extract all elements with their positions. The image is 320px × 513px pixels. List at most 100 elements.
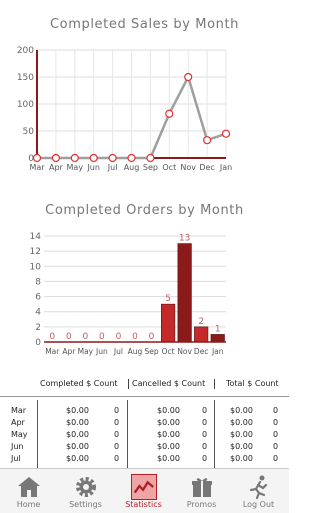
x-tick-label: Jan bbox=[219, 163, 232, 172]
x-tick-label: Mar bbox=[45, 347, 60, 356]
bar-value-label: 0 bbox=[66, 332, 72, 342]
bar-value-label: 0 bbox=[132, 332, 138, 342]
header-total: Total $ Count bbox=[226, 379, 279, 388]
bar-value-label: 13 bbox=[179, 234, 190, 244]
table-row: Apr $0.00 0 $0.00 0 $0.00 0 bbox=[0, 418, 289, 430]
table-divider bbox=[0, 396, 289, 397]
total-amount-cell: $0.00 bbox=[230, 442, 253, 451]
bar-value-label: 0 bbox=[149, 332, 155, 342]
cancelled-count-cell: 0 bbox=[202, 430, 208, 439]
total-count-cell: 0 bbox=[273, 418, 279, 427]
sales-chart-title: Completed Sales by Month bbox=[50, 17, 239, 32]
y-tick-label: 10 bbox=[30, 262, 42, 272]
y-tick-label: 8 bbox=[35, 277, 41, 287]
bar bbox=[177, 243, 192, 343]
tab-home-label: Home bbox=[16, 500, 41, 509]
data-point bbox=[127, 153, 136, 163]
bar-value-label: 0 bbox=[82, 332, 88, 342]
y-tick-label: 6 bbox=[35, 293, 41, 303]
data-point bbox=[89, 153, 98, 163]
y-tick-label: 0 bbox=[35, 338, 41, 348]
data-point bbox=[51, 153, 61, 163]
cancelled-amount-cell: $0.00 bbox=[157, 442, 180, 451]
bar bbox=[161, 303, 176, 343]
completed-count-cell: 0 bbox=[114, 406, 120, 415]
x-tick-label: Nov bbox=[180, 163, 196, 172]
total-count-cell: 0 bbox=[273, 430, 279, 439]
data-point bbox=[184, 72, 193, 82]
bar-value-label: 0 bbox=[49, 332, 55, 342]
tab-statistics[interactable]: Statistics bbox=[115, 469, 172, 513]
completed-count-cell: 0 bbox=[114, 430, 120, 439]
x-tick-label: May bbox=[67, 163, 84, 172]
cancelled-amount-cell: $0.00 bbox=[157, 406, 180, 415]
cancelled-count-cell: 0 bbox=[202, 406, 208, 415]
x-tick-label: Dec bbox=[199, 163, 214, 172]
gift-icon bbox=[192, 478, 212, 497]
x-tick-label: Aug bbox=[128, 347, 143, 356]
tab-settings[interactable]: Settings bbox=[57, 469, 114, 513]
house-icon bbox=[18, 477, 40, 497]
x-tick-label: Jul bbox=[113, 347, 123, 356]
x-tick-label: Oct bbox=[162, 163, 176, 172]
month-cell: Jun bbox=[11, 442, 24, 451]
completed-amount-cell: $0.00 bbox=[66, 442, 89, 451]
total-amount-cell: $0.00 bbox=[230, 406, 253, 415]
completed-amount-cell: $0.00 bbox=[66, 454, 89, 463]
tab-promos[interactable]: Promos bbox=[173, 469, 230, 513]
x-tick-label: Jun bbox=[95, 347, 108, 356]
y-tick-label: 50 bbox=[23, 127, 35, 137]
total-count-cell: 0 bbox=[273, 454, 279, 463]
tab-log-out[interactable]: Log Out bbox=[230, 469, 287, 513]
table-row: Mar $0.00 0 $0.00 0 $0.00 0 bbox=[0, 406, 289, 418]
running-man-icon bbox=[249, 475, 268, 500]
y-tick-label: 200 bbox=[17, 46, 34, 56]
tab-settings-label: Settings bbox=[69, 500, 102, 509]
month-cell: Apr bbox=[11, 418, 25, 427]
completed-count-cell: 0 bbox=[114, 442, 120, 451]
gear-icon bbox=[76, 477, 96, 497]
cancelled-count-cell: 0 bbox=[202, 442, 208, 451]
y-tick-label: 100 bbox=[17, 100, 34, 110]
orders-chart-title: Completed Orders by Month bbox=[45, 203, 244, 218]
month-cell: Mar bbox=[11, 406, 27, 415]
y-tick-label: 14 bbox=[30, 232, 42, 242]
tab-statistics-label: Statistics bbox=[125, 500, 162, 509]
total-amount-cell: $0.00 bbox=[230, 430, 253, 439]
bar-value-label: 0 bbox=[116, 332, 122, 342]
data-point bbox=[32, 153, 42, 163]
x-tick-label: Nov bbox=[177, 347, 192, 356]
sales-line-chart: 050100150200Mar Apr May Jun Jul Aug Sep Oct Nov D… bbox=[17, 46, 232, 172]
stats-table-header: Completed $ Count Cancelled $ Count Tota… bbox=[0, 376, 289, 392]
bar bbox=[194, 326, 209, 343]
y-tick-label: 12 bbox=[30, 247, 41, 257]
cancelled-amount-cell: $0.00 bbox=[157, 418, 180, 427]
x-tick-label: Apr bbox=[62, 347, 76, 356]
header-cancelled: Cancelled $ Count bbox=[132, 379, 206, 388]
x-tick-label: Sep bbox=[143, 163, 158, 172]
bar bbox=[210, 334, 225, 343]
table-row: May $0.00 0 $0.00 0 $0.00 0 bbox=[0, 430, 289, 442]
y-tick-label: 2 bbox=[35, 323, 41, 333]
month-cell: Jul bbox=[11, 454, 21, 463]
tab-log-out-label: Log Out bbox=[242, 500, 275, 509]
x-tick-label: May bbox=[78, 347, 94, 356]
cancelled-amount-cell: $0.00 bbox=[157, 430, 180, 439]
x-tick-label: Oct bbox=[162, 347, 175, 356]
y-tick-label: 4 bbox=[35, 308, 41, 318]
data-point bbox=[108, 153, 117, 163]
cancelled-count-cell: 0 bbox=[202, 418, 208, 427]
stats-table-body[interactable]: Mar $0.00 0 $0.00 0 $0.00 0 Apr $0.00 0 … bbox=[0, 400, 289, 468]
total-count-cell: 0 bbox=[273, 406, 279, 415]
chart-line-icon bbox=[131, 474, 157, 500]
bar-value-label: 2 bbox=[198, 317, 204, 327]
x-tick-label: Apr bbox=[49, 163, 64, 172]
bottom-tab-bar: Home Settings Statistics Promos Log Out bbox=[0, 468, 289, 513]
completed-count-cell: 0 bbox=[114, 418, 120, 427]
cancelled-amount-cell: $0.00 bbox=[157, 454, 180, 463]
data-point bbox=[146, 153, 155, 163]
data-point bbox=[165, 109, 174, 118]
x-tick-label: Jul bbox=[107, 163, 118, 172]
month-cell: May bbox=[11, 430, 28, 439]
tab-home[interactable]: Home bbox=[0, 469, 57, 513]
